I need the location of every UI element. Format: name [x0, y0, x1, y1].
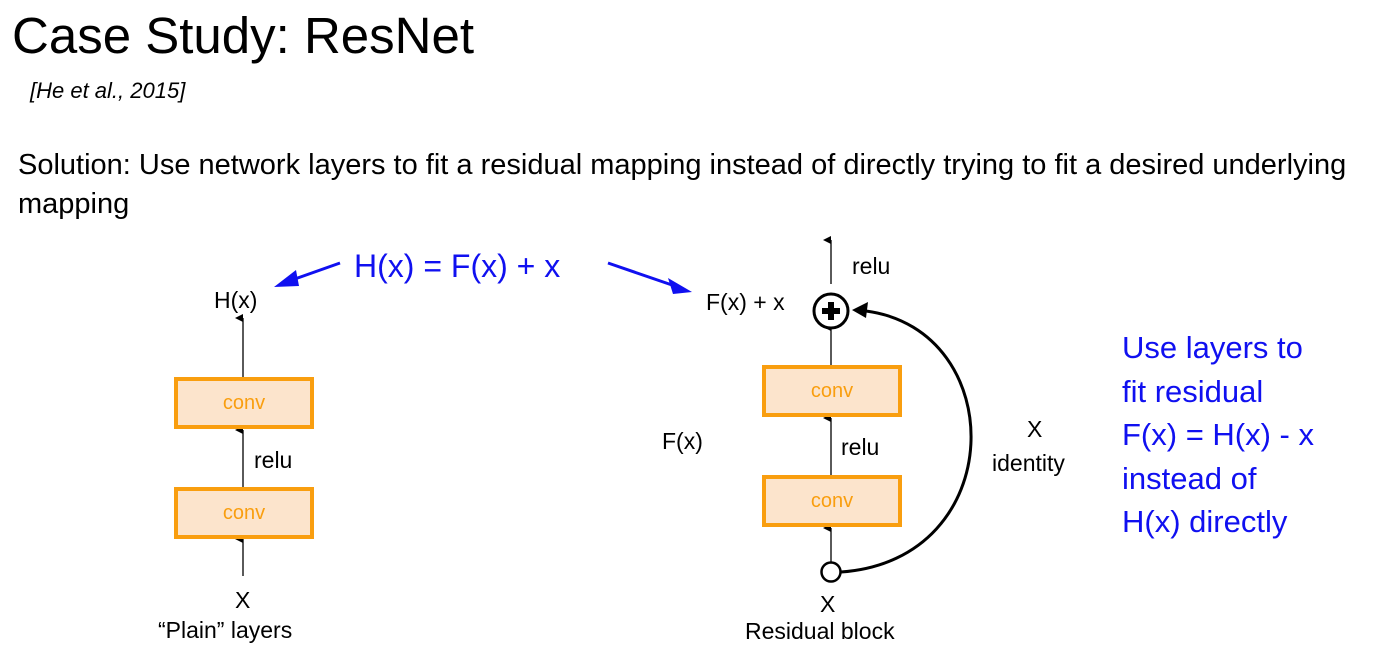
identity-label: identity [992, 450, 1065, 476]
plain-input-label: X [235, 587, 251, 613]
plain-conv-bottom: conv [174, 487, 314, 539]
residual-conv-bottom: conv [762, 475, 902, 527]
side-note-line: H(x) directly [1122, 504, 1288, 539]
residual-sum-label: F(x) + x [706, 289, 785, 315]
side-note-line: Use layers to [1122, 330, 1303, 365]
equation-arrow-right [607, 261, 692, 294]
residual-relu-label: relu [841, 434, 880, 460]
sum-node-icon [812, 292, 850, 330]
residual-caption: Residual block [745, 618, 895, 644]
side-note: Use layers to fit residual F(x) = H(x) -… [1122, 326, 1372, 544]
identity-x-label: X [1027, 416, 1043, 442]
plain-relu-label: relu [254, 447, 293, 473]
plain-output-label: H(x) [214, 287, 258, 313]
equation-label: H(x) = F(x) + x [354, 248, 561, 284]
side-note-line: F(x) = H(x) - x [1122, 417, 1314, 452]
side-note-line: instead of [1122, 460, 1257, 496]
side-note-line: fit residual [1122, 373, 1264, 409]
residual-input-label: X [820, 591, 836, 617]
residual-output-relu-label: relu [852, 253, 891, 279]
equation-arrow-left [274, 261, 341, 287]
plain-conv-top: conv [174, 377, 314, 429]
residual-conv-top: conv [762, 365, 902, 417]
residual-fx-label: F(x) [662, 428, 703, 454]
identity-arrowhead [852, 302, 868, 318]
input-node-icon [820, 561, 842, 583]
plain-caption: “Plain” layers [158, 617, 293, 643]
